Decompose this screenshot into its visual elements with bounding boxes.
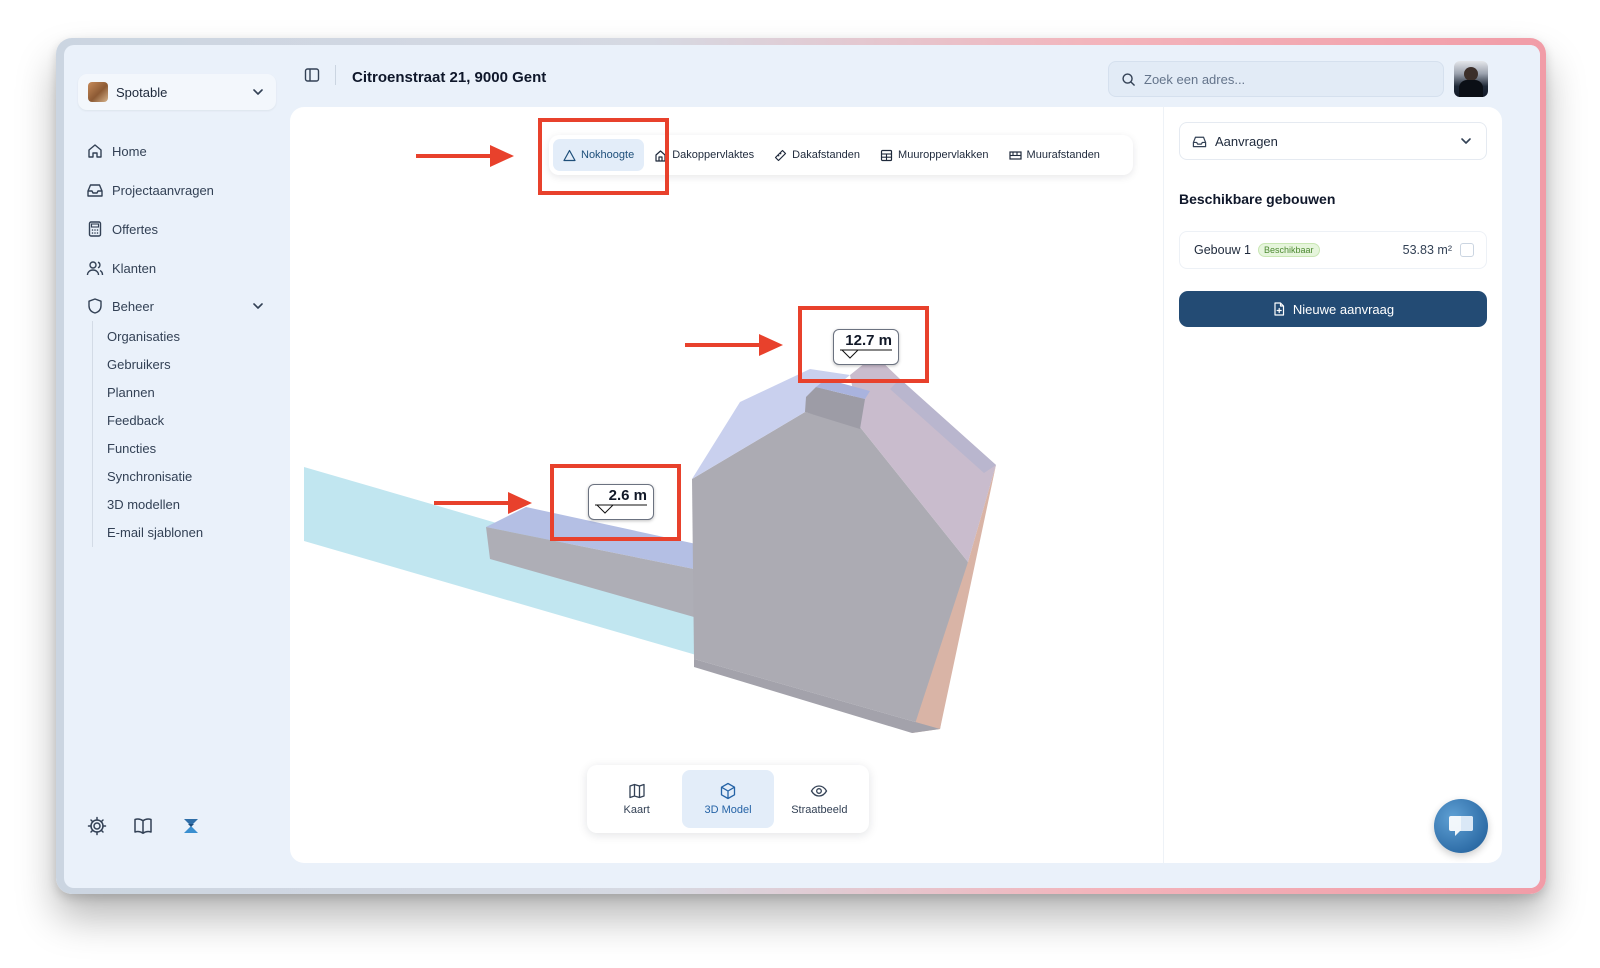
nav-label: Offertes xyxy=(112,221,159,237)
nav-label: Beheer xyxy=(112,298,154,314)
annotation-arrow xyxy=(685,334,783,356)
chevron-down-icon xyxy=(253,303,263,309)
tab-dakafstanden[interactable]: Dakafstanden xyxy=(764,139,870,171)
building-area: 53.83 m² xyxy=(1402,243,1452,257)
wall-ruler-icon xyxy=(1008,150,1022,160)
nav-item-offertes[interactable]: Offertes xyxy=(86,215,158,243)
sub-item-functies[interactable]: Functies xyxy=(107,441,156,456)
org-logo-icon xyxy=(88,82,108,102)
sub-item-synchronisatie[interactable]: Synchronisatie xyxy=(107,469,192,484)
map-icon xyxy=(629,783,645,799)
top-bar: Citroenstraat 21, 9000 Gent Zoek een adr… xyxy=(290,45,1540,107)
shield-icon xyxy=(88,298,102,314)
inbox-icon xyxy=(87,184,103,197)
status-badge: Beschikbaar xyxy=(1257,243,1320,257)
search-placeholder: Zoek een adres... xyxy=(1144,71,1246,87)
view-mode-switcher: Kaart 3D Model Straatbeeld xyxy=(587,765,869,833)
home-icon xyxy=(88,144,102,158)
tab-label: Dakafstanden xyxy=(792,149,861,161)
cube-icon xyxy=(720,782,736,800)
sub-item-3d-modellen[interactable]: 3D modellen xyxy=(107,497,180,512)
search-icon xyxy=(1122,72,1135,86)
nav-label: Klanten xyxy=(112,260,157,276)
org-name: Spotable xyxy=(116,84,168,100)
chat-bubble-icon xyxy=(1449,816,1473,836)
view-3d-model-button[interactable]: 3D Model xyxy=(682,770,774,828)
view-label: 3D Model xyxy=(704,804,752,816)
calculator-icon xyxy=(88,221,102,237)
divider xyxy=(335,65,336,85)
nav-item-klanten[interactable]: Klanten xyxy=(86,254,156,282)
building-name: Gebouw 1 xyxy=(1194,243,1251,257)
dropdown-label: Aanvragen xyxy=(1215,133,1278,149)
section-title: Beschikbare gebouwen xyxy=(1179,191,1336,207)
model-viewer[interactable]: Nokhoogte Dakoppervlaktes Dakafstanden M… xyxy=(290,107,1164,863)
nav-label: Projectaanvragen xyxy=(112,182,214,198)
tab-label: Muuroppervlakken xyxy=(898,149,989,161)
settings-gear-icon[interactable] xyxy=(86,815,108,837)
window-edge xyxy=(1502,45,1540,888)
nav-item-home[interactable]: Home xyxy=(86,137,147,165)
nav-item-projectaanvragen[interactable]: Projectaanvragen xyxy=(86,176,214,204)
user-avatar[interactable] xyxy=(1454,61,1488,97)
sub-item-feedback[interactable]: Feedback xyxy=(107,413,164,428)
view-kaart-button[interactable]: Kaart xyxy=(591,770,682,828)
ruler-icon xyxy=(775,149,787,161)
tab-muuroppervlakken[interactable]: Muuroppervlakken xyxy=(870,139,999,171)
annotation-highlight-annex xyxy=(550,464,681,541)
chevron-down-icon xyxy=(253,89,263,95)
sidebar: Spotable Home Projectaanvragen Offertes … xyxy=(64,45,290,888)
side-panel: Aanvragen Beschikbare gebouwen Gebouw 1 … xyxy=(1163,107,1502,863)
sub-item-plannen[interactable]: Plannen xyxy=(107,385,155,400)
view-straatbeeld-button[interactable]: Straatbeeld xyxy=(774,770,865,828)
submenu-guide-line xyxy=(92,321,93,547)
annotation-arrow xyxy=(434,492,532,514)
file-plus-icon xyxy=(1274,302,1285,316)
book-icon[interactable] xyxy=(132,815,154,837)
view-label: Kaart xyxy=(623,804,650,816)
sub-item-gebruikers[interactable]: Gebruikers xyxy=(107,357,171,372)
building-list-item[interactable]: Gebouw 1 Beschikbaar 53.83 m² xyxy=(1179,231,1487,269)
tab-muurafstanden[interactable]: Muurafstanden xyxy=(999,139,1110,171)
page-title: Citroenstraat 21, 9000 Gent xyxy=(352,69,547,86)
brand-logo-icon[interactable] xyxy=(180,815,202,837)
tab-label: Muurafstanden xyxy=(1026,149,1100,161)
sidebar-toggle-icon[interactable] xyxy=(304,67,320,83)
annotation-highlight-ridge xyxy=(798,306,929,383)
new-request-button[interactable]: Nieuwe aanvraag xyxy=(1179,291,1487,327)
annotation-highlight-tab xyxy=(538,118,669,195)
button-label: Nieuwe aanvraag xyxy=(1292,301,1395,317)
sub-item-email-sjablonen[interactable]: E-mail sjablonen xyxy=(107,525,203,540)
address-search-input[interactable]: Zoek een adres... xyxy=(1108,61,1444,97)
sub-item-organisaties[interactable]: Organisaties xyxy=(107,329,180,344)
requests-dropdown[interactable]: Aanvragen xyxy=(1179,122,1487,160)
users-icon xyxy=(86,261,104,276)
nav-label: Home xyxy=(112,143,147,159)
app-window: Spotable Home Projectaanvragen Offertes … xyxy=(64,45,1540,888)
tab-label: Dakoppervlaktes xyxy=(672,149,755,161)
building-checkbox[interactable] xyxy=(1460,243,1474,257)
eye-icon xyxy=(811,785,828,797)
chat-support-button[interactable] xyxy=(1434,799,1488,853)
view-label: Straatbeeld xyxy=(791,804,848,816)
annotation-arrow xyxy=(416,145,514,167)
organization-switcher[interactable]: Spotable xyxy=(78,74,276,110)
3d-building-scene[interactable] xyxy=(290,107,1164,863)
nav-item-beheer[interactable]: Beheer xyxy=(86,292,266,320)
chevron-down-icon xyxy=(1461,138,1471,144)
grid-icon xyxy=(880,149,893,161)
inbox-icon xyxy=(1192,136,1207,147)
